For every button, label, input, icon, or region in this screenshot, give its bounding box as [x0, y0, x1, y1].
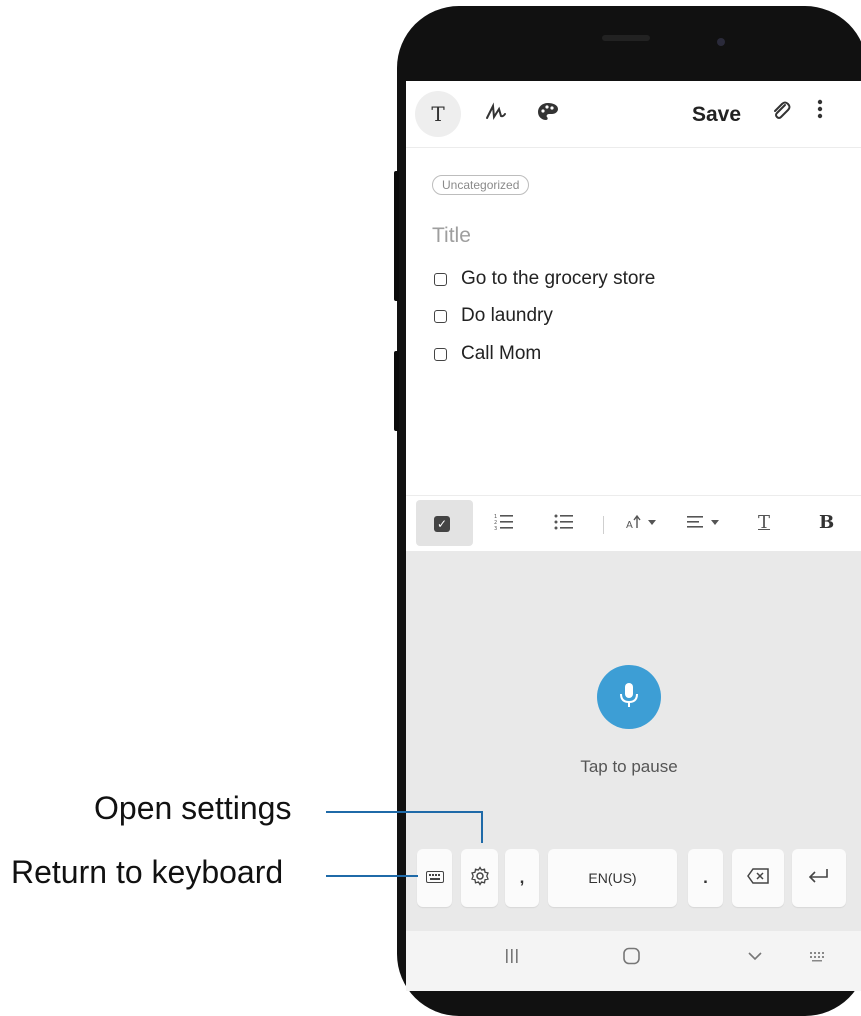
bullet-list-icon[interactable] — [554, 512, 574, 537]
backspace-key[interactable] — [732, 849, 784, 907]
note-title-field[interactable]: Title — [432, 224, 471, 248]
open-settings-leader-line-vertical — [481, 811, 483, 843]
open-settings-callout: Open settings — [94, 790, 292, 826]
open-settings-leader-line — [326, 811, 483, 813]
phone-device: T Save Uncategorized Title Go to the gro… — [394, 6, 861, 1016]
return-to-keyboard-key[interactable] — [417, 849, 452, 907]
checklist-item[interactable]: Go to the grocery store — [434, 268, 655, 290]
text-mode-button[interactable]: T — [415, 91, 461, 137]
gear-icon — [470, 865, 490, 891]
backspace-icon — [747, 867, 769, 889]
language-key[interactable]: EN(US) — [548, 849, 677, 907]
handwriting-icon[interactable] — [484, 100, 508, 132]
note-toolbar: T Save — [406, 81, 861, 148]
keyboard-icon — [425, 868, 444, 888]
microphone-icon — [617, 681, 641, 714]
voice-status-text: Tap to pause — [580, 757, 678, 776]
save-button[interactable]: Save — [692, 103, 741, 127]
keyboard-switch-icon[interactable] — [808, 947, 828, 971]
system-navigation-bar — [406, 931, 861, 991]
checkbox-list-icon: ✓ — [434, 516, 450, 532]
more-options-icon[interactable] — [817, 97, 823, 128]
checklist-item[interactable]: Call Mom — [434, 343, 541, 365]
voice-input-panel: Tap to pause , EN(US) . — [406, 551, 861, 931]
return-to-keyboard-leader-line — [326, 875, 418, 877]
drawing-icon[interactable] — [536, 100, 560, 132]
recent-apps-icon[interactable] — [504, 947, 520, 971]
checkbox-icon[interactable] — [434, 347, 447, 361]
enter-icon — [807, 868, 831, 889]
align-icon[interactable] — [687, 512, 727, 537]
svg-text:A: A — [626, 520, 633, 531]
checklist-item-label: Go to the grocery store — [461, 268, 656, 289]
svg-text:3: 3 — [494, 526, 497, 532]
attach-icon[interactable] — [770, 99, 792, 129]
checkbox-icon[interactable] — [434, 309, 447, 323]
text-style-icon[interactable]: T — [758, 512, 770, 533]
checklist-item[interactable]: Do laundry — [434, 305, 553, 327]
settings-key[interactable] — [461, 849, 498, 907]
earpiece-speaker — [602, 35, 650, 41]
volume-button — [394, 171, 399, 301]
checkbox-icon[interactable] — [434, 272, 447, 286]
front-camera — [717, 38, 725, 46]
checklist-item-label: Do laundry — [461, 305, 553, 326]
toolbar-divider — [603, 516, 604, 534]
formatting-toolbar: ✓ 123 A T B — [406, 495, 861, 553]
return-to-keyboard-callout: Return to keyboard — [11, 854, 284, 890]
period-key[interactable]: . — [688, 849, 723, 907]
text-mode-icon: T — [431, 102, 445, 126]
checklist-item-label: Call Mom — [461, 343, 542, 364]
mic-button[interactable] — [597, 665, 661, 729]
category-chip[interactable]: Uncategorized — [432, 175, 530, 195]
font-size-icon[interactable]: A — [626, 512, 666, 537]
phone-screen: T Save Uncategorized Title Go to the gro… — [406, 81, 861, 991]
chevron-down-icon[interactable] — [746, 947, 764, 971]
comma-key[interactable]: , — [505, 849, 539, 907]
bold-icon[interactable]: B — [819, 512, 834, 533]
enter-key[interactable] — [792, 849, 846, 907]
home-icon[interactable] — [623, 947, 641, 971]
numbered-list-icon[interactable]: 123 — [494, 512, 514, 537]
bixby-button — [394, 351, 399, 431]
